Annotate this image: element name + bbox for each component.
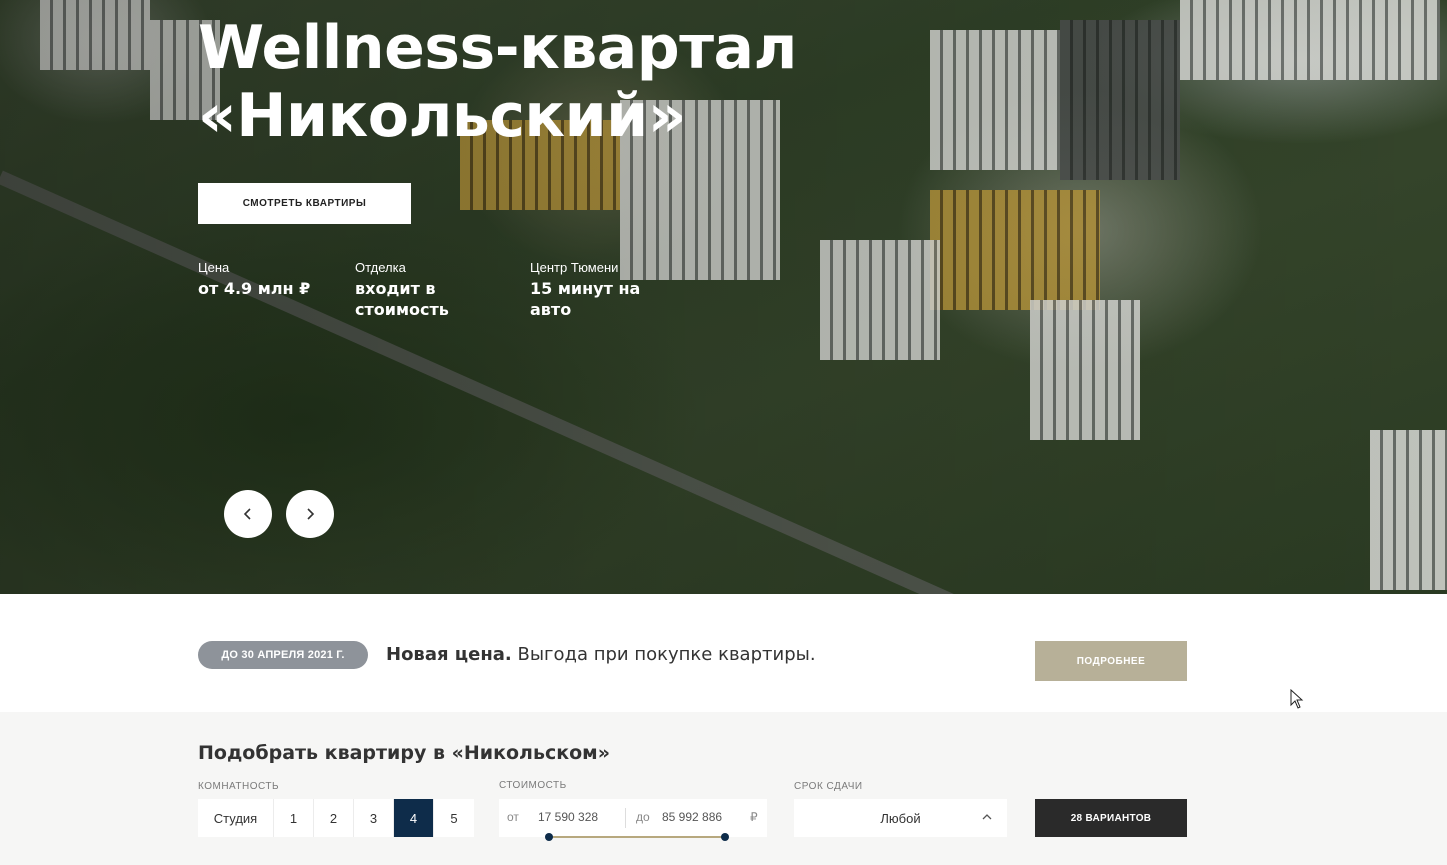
slider-next-button[interactable] — [286, 490, 334, 538]
price-label: СТОИМОСТЬ — [499, 780, 567, 791]
price-slider-track[interactable] — [549, 836, 725, 838]
price-to-prefix: до — [636, 810, 650, 824]
filter-title: Подобрать квартиру в «Никольском» — [198, 742, 610, 764]
stat-label: Центр Тюмени — [530, 260, 619, 275]
stat-finishing: Отделка входит в стоимость — [355, 260, 449, 320]
apartment-filter: Подобрать квартиру в «Никольском» КОМНАТ… — [0, 712, 1447, 865]
hero-title-line1: Wellness-квартал — [198, 13, 797, 83]
mouse-cursor-icon — [1290, 689, 1304, 709]
stat-value-line: входит в — [355, 279, 436, 298]
stat-value-line: 15 минут на — [530, 279, 641, 298]
room-option-2[interactable]: 2 — [314, 799, 354, 837]
stat-label: Цена — [198, 260, 230, 275]
view-apartments-button[interactable]: СМОТРЕТЬ КВАРТИРЫ — [198, 183, 411, 224]
price-slider-max-handle[interactable] — [721, 833, 729, 841]
stat-value: входит в стоимость — [355, 278, 449, 320]
price-slider-min-handle[interactable] — [545, 833, 553, 841]
chevron-left-icon — [243, 508, 251, 520]
slider-prev-button[interactable] — [224, 490, 272, 538]
hero-title-line2: «Никольский» — [198, 81, 686, 151]
stat-city-center: Центр Тюмени 15 минут на авто — [530, 260, 640, 320]
price-from-value[interactable]: 17 590 328 — [538, 810, 598, 824]
stat-value: 15 минут на авто — [530, 278, 640, 320]
stat-value: от 4.9 млн ₽ — [198, 279, 311, 298]
show-results-button[interactable]: 28 ВАРИАНТОВ — [1035, 799, 1187, 837]
chevron-right-icon — [307, 508, 315, 520]
promo-more-button[interactable]: ПОДРОБНЕЕ — [1035, 641, 1187, 681]
rooms-label: КОМНАТНОСТЬ — [198, 781, 280, 792]
promo-date-badge: ДО 30 АПРЕЛЯ 2021 Г. — [198, 641, 368, 669]
chevron-up-icon — [982, 814, 992, 820]
promo-headline-bold: Новая цена. — [386, 644, 512, 665]
rooms-selector: Студия 1 2 3 4 5 — [198, 799, 474, 837]
promo-bar: ДО 30 АПРЕЛЯ 2021 Г. Новая цена. Выгода … — [0, 594, 1447, 712]
price-from-prefix: от — [507, 810, 519, 824]
price-to-value[interactable]: 85 992 886 — [662, 810, 722, 824]
stat-value-line: стоимость — [355, 300, 449, 319]
hero-title: Wellness-квартал «Никольский» — [198, 14, 898, 150]
stat-value-line: авто — [530, 300, 572, 319]
price-range-field[interactable]: от 17 590 328 до 85 992 886 ₽ — [499, 799, 767, 837]
room-option-studio[interactable]: Студия — [198, 799, 274, 837]
room-option-5[interactable]: 5 — [434, 799, 474, 837]
room-option-3[interactable]: 3 — [354, 799, 394, 837]
hero-banner: Wellness-квартал «Никольский» СМОТРЕТЬ К… — [0, 0, 1447, 594]
room-option-1[interactable]: 1 — [274, 799, 314, 837]
stat-label: Отделка — [355, 260, 406, 275]
promo-headline-rest: Выгода при покупке квартиры. — [511, 644, 816, 665]
deadline-select[interactable]: Любой — [794, 799, 1007, 837]
stat-price: Цена от 4.9 млн ₽ — [198, 260, 310, 299]
price-divider — [625, 808, 626, 828]
promo-headline: Новая цена. Выгода при покупке квартиры. — [386, 644, 816, 665]
deadline-value: Любой — [880, 810, 921, 826]
deadline-label: СРОК СДАЧИ — [794, 781, 863, 792]
currency-symbol: ₽ — [750, 810, 758, 824]
room-option-4[interactable]: 4 — [394, 799, 434, 837]
